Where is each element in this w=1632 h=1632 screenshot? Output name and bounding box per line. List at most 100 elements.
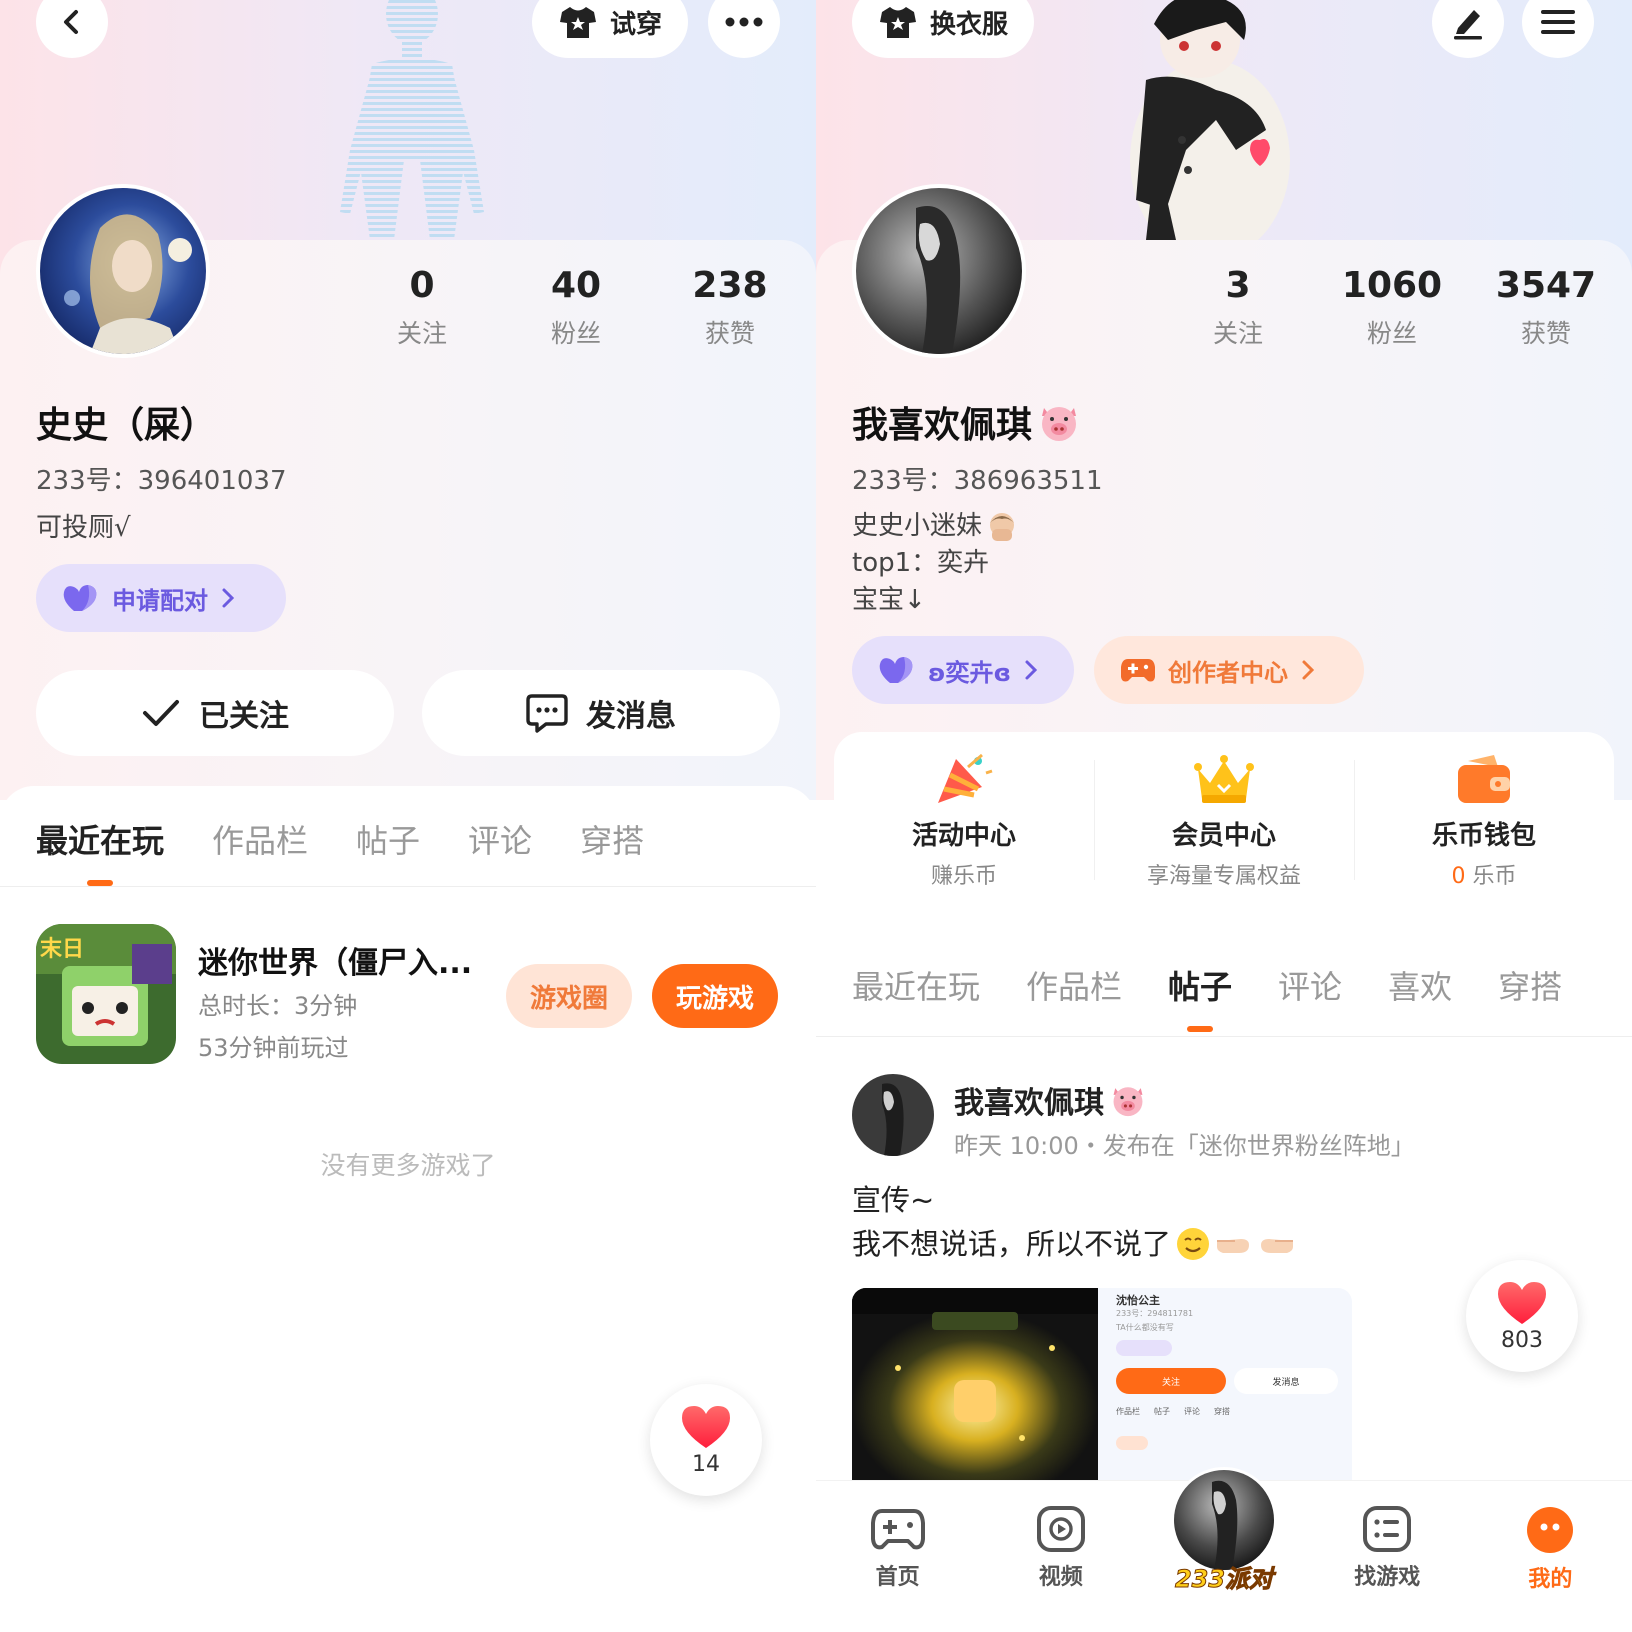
stat-fans[interactable]: 40 粉丝 — [506, 262, 646, 350]
like-button[interactable]: 803 — [1466, 1260, 1578, 1372]
stat-label: 获赞 — [1520, 319, 1571, 348]
change-outfit-button[interactable]: 换衣服 — [852, 0, 1034, 58]
post-body: 宣传~ 我不想说话，所以不说了 — [852, 1178, 1295, 1266]
game-list-item[interactable]: 末日 迷你世界（僵尸入... 总时长：3分钟 53分钟前玩过 游戏圈 玩游戏 — [0, 920, 816, 1070]
post-author-avatar[interactable] — [852, 1074, 934, 1156]
avatar[interactable] — [36, 184, 210, 358]
tab-likes[interactable]: 喜欢 — [1388, 962, 1452, 1008]
pig-emoji-icon — [1113, 1087, 1143, 1117]
service-activity-center[interactable]: 活动中心 赚乐币 — [834, 732, 1094, 908]
profile-id: 233号：386963511 — [852, 466, 1103, 496]
tab-recently-played[interactable]: 最近在玩 — [852, 962, 980, 1008]
thumb-follow-button: 关注 — [1116, 1368, 1226, 1394]
thumb-name: 沈怡公主 — [1116, 1294, 1160, 1307]
stat-following[interactable]: 0 关注 — [352, 262, 492, 350]
like-button[interactable]: 14 — [650, 1384, 762, 1496]
post-line: 宣传~ — [852, 1183, 935, 1217]
nav-label: 视频 — [1038, 1565, 1083, 1590]
post-author-name[interactable]: 我喜欢佩琪 — [954, 1078, 1146, 1122]
stat-fans[interactable]: 1060 粉丝 — [1322, 262, 1462, 350]
thumb-pair-tag — [1116, 1340, 1172, 1356]
heart-icon — [1498, 1281, 1546, 1324]
stat-value: 3 — [1225, 265, 1251, 306]
stat-likes[interactable]: 3547 获赞 — [1476, 262, 1616, 350]
gamepad-icon — [1121, 659, 1155, 682]
service-coin-wallet[interactable]: 乐币钱包 0 乐币 — [1354, 732, 1614, 908]
service-title: 活动中心 — [911, 820, 1016, 851]
stat-likes[interactable]: 238 获赞 — [660, 262, 800, 350]
try-on-button[interactable]: 试穿 — [532, 0, 688, 58]
tab-outfits[interactable]: 穿搭 — [580, 816, 644, 862]
game-circle-button[interactable]: 游戏圈 — [506, 964, 632, 1028]
stat-label: 获赞 — [704, 319, 755, 348]
thumb-tabs: 作品栏 帖子 评论 穿搭 — [1116, 1406, 1230, 1417]
creator-center-tag[interactable]: 创作者中心 — [1094, 636, 1364, 704]
nav-find-games[interactable]: 找游戏 — [1306, 1481, 1469, 1632]
tab-works[interactable]: 作品栏 — [1026, 962, 1122, 1008]
game-list-icon — [1363, 1506, 1412, 1552]
profile-face-icon — [1527, 1507, 1574, 1553]
stat-label: 粉丝 — [550, 319, 601, 348]
services-panel: 活动中心 赚乐币 会员中心 享海量专属权益 乐币钱包 0 乐币 — [834, 732, 1614, 908]
heart-pair-icon — [879, 657, 913, 683]
stat-following[interactable]: 3 关注 — [1168, 262, 1308, 350]
nav-label: 我的 — [1528, 1567, 1573, 1592]
game-title: 迷你世界（僵尸入... — [198, 946, 473, 981]
avatar[interactable] — [852, 184, 1026, 358]
more-dots-icon — [725, 17, 763, 27]
play-game-button[interactable]: 玩游戏 — [652, 964, 778, 1028]
bio-line: top1：奕卉 — [852, 548, 990, 578]
profile-id: 233号：396401037 — [36, 466, 287, 496]
checkmark-icon — [143, 700, 179, 726]
right-profile-screen: 换衣服 3 关注 1060 粉丝 3547 获赞 我喜欢佩琪 233号：3869… — [816, 0, 1632, 1632]
post-meta: 昨天 10:00・发布在「迷你世界粉丝阵地」 — [954, 1132, 1415, 1160]
service-subtitle: 赚乐币 — [930, 863, 997, 889]
chevron-right-icon — [1302, 660, 1315, 680]
svg-text:末日: 末日 — [40, 937, 84, 962]
profile-bio: 可投厕√ — [36, 513, 131, 543]
nav-label: 找游戏 — [1354, 1565, 1421, 1590]
tab-works[interactable]: 作品栏 — [212, 816, 308, 862]
bottom-nav: 首页 视频 233派对 找游戏 我的 — [816, 1467, 1632, 1632]
like-count: 14 — [692, 1451, 720, 1477]
heart-icon — [682, 1405, 730, 1448]
send-message-button[interactable]: 发消息 — [422, 670, 780, 756]
profile-name-text: 我喜欢佩琪 — [852, 405, 1033, 446]
post-image-2[interactable]: 沈怡公主 233号：294811781 TA什么都没有写 关注 发消息 作品栏 … — [1098, 1288, 1352, 1480]
thumb-tab: 作品栏 — [1116, 1407, 1140, 1416]
stat-value: 1060 — [1341, 265, 1443, 306]
gamepad-icon — [870, 1509, 925, 1550]
tab-posts[interactable]: 帖子 — [356, 816, 420, 862]
tab-recently-played[interactable]: 最近在玩 — [36, 816, 164, 886]
thumb-message-button: 发消息 — [1234, 1368, 1338, 1394]
avatar-photo — [852, 1074, 934, 1156]
nav-mine[interactable]: 我的 — [1469, 1481, 1632, 1632]
creator-center-label: 创作者中心 — [1168, 658, 1288, 687]
profile-name: 史史（屎） — [36, 396, 216, 448]
chevron-left-icon — [64, 10, 78, 34]
pair-request-tag[interactable]: 申请配对 — [36, 564, 286, 632]
chevron-right-icon — [222, 588, 235, 608]
service-subtitle: 享海量专属权益 — [1146, 863, 1301, 889]
followed-button[interactable]: 已关注 — [36, 670, 394, 756]
tab-comments[interactable]: 评论 — [468, 816, 532, 862]
nav-home[interactable]: 首页 — [816, 1481, 979, 1632]
post-image-1[interactable] — [852, 1288, 1098, 1480]
pig-emoji-icon — [1042, 407, 1077, 441]
send-message-label: 发消息 — [586, 699, 676, 734]
game-screenshot-thumbnail — [852, 1288, 1098, 1480]
tab-posts[interactable]: 帖子 — [1168, 962, 1232, 1032]
nav-party[interactable]: 233派对 — [1142, 1467, 1305, 1632]
tab-outfits[interactable]: 穿搭 — [1498, 962, 1562, 1008]
left-profile-screen: 试穿 0 关注 40 粉丝 238 获赞 史史（屎） 233号：39640103… — [0, 0, 816, 1632]
pair-tag[interactable]: ʚ奕卉ɞ — [852, 636, 1074, 704]
edit-pencil-icon — [1454, 10, 1482, 40]
bio-line: 史史小迷妹 — [852, 511, 983, 541]
tab-comments[interactable]: 评论 — [1278, 962, 1342, 1008]
stat-value: 40 — [550, 265, 602, 306]
bio-line: 宝宝↓ — [852, 585, 926, 615]
nav-video[interactable]: 视频 — [979, 1481, 1142, 1632]
service-vip-center[interactable]: 会员中心 享海量专属权益 — [1094, 732, 1354, 908]
pointing-hands-emoji-icon — [1217, 1239, 1294, 1253]
stat-label: 关注 — [396, 319, 447, 348]
